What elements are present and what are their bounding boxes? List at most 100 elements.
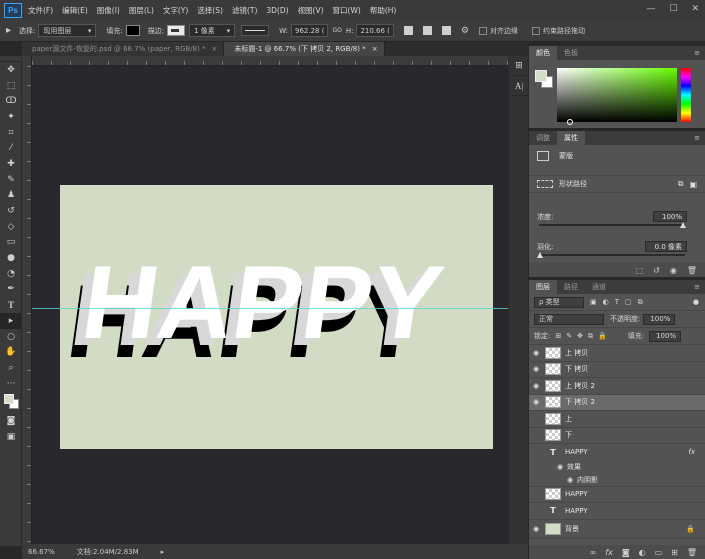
eye-hidden-icon[interactable]: ◉ (529, 507, 543, 515)
path-alignment-icon[interactable] (422, 26, 432, 35)
blur-tool-icon[interactable]: ● (0, 250, 22, 266)
screen-mode-icon[interactable]: ▣ (0, 429, 22, 445)
layer-row[interactable]: ◉ T HAPPY fx (529, 444, 705, 461)
filter-adjust-icon[interactable]: ◐ (603, 298, 609, 306)
adjustment-layer-icon[interactable]: ◐ (639, 548, 646, 557)
menu-image[interactable]: 图像(I) (97, 5, 120, 16)
panel-menu-icon[interactable]: ≡ (694, 280, 705, 294)
layer-row[interactable]: ◉ 下 (529, 428, 705, 444)
delete-layer-icon[interactable]: 🗑 (687, 548, 697, 557)
eye-hidden-icon[interactable]: ◉ (529, 415, 543, 423)
stroke-type-dropdown[interactable] (241, 25, 270, 36)
dodge-tool-icon[interactable]: ◔ (0, 266, 22, 282)
lock-transparent-icon[interactable]: ⊞ (555, 332, 561, 340)
delete-icon[interactable]: 🗑 (687, 266, 697, 275)
add-mask-icon[interactable]: ◙ (622, 548, 630, 557)
close-icon[interactable]: × (372, 45, 378, 53)
layer-filter-dropdown[interactable]: ρ 类型 (534, 296, 584, 308)
more-tools-icon[interactable]: ··· (0, 376, 22, 392)
menu-select[interactable]: 选择(S) (197, 5, 223, 16)
close-icon[interactable]: × (211, 45, 217, 53)
lock-all-icon[interactable]: 🔒 (598, 332, 607, 340)
gradient-tool-icon[interactable]: ▭ (0, 235, 22, 251)
stroke-width-dropdown[interactable]: 1 像素 ▾ (189, 24, 236, 37)
foreground-color-swatch[interactable] (535, 70, 547, 82)
happy-artwork[interactable]: HAPPY HAPPY HAPPY (60, 185, 493, 449)
layer-effects-badge[interactable]: fx (688, 448, 695, 456)
layer-row[interactable]: ◉ 上 拷贝 2 (529, 378, 705, 395)
menu-file[interactable]: 文件(F) (28, 5, 53, 16)
link-toggle[interactable]: GO (332, 27, 341, 34)
select-mask-icon[interactable]: ⧉ (678, 179, 684, 189)
maximize-button[interactable]: ☐ (669, 4, 677, 14)
blend-mode-dropdown[interactable]: 正常 (534, 313, 604, 325)
reset-icon[interactable]: ↺ (653, 266, 660, 275)
gear-icon[interactable]: ⚙ (461, 26, 469, 36)
layer-name[interactable]: 下 (565, 430, 572, 440)
hue-slider[interactable] (681, 68, 691, 122)
eye-icon[interactable]: ◉ (553, 463, 567, 471)
magic-wand-tool-icon[interactable]: ✦ (0, 109, 22, 125)
eye-hidden-icon[interactable]: ◉ (529, 448, 543, 456)
pasteboard[interactable]: HAPPY HAPPY HAPPY (32, 66, 528, 544)
menu-view[interactable]: 视图(V) (298, 5, 324, 16)
new-group-icon[interactable]: ▭ (655, 548, 663, 557)
layer-name[interactable]: 下 拷贝 (565, 364, 588, 374)
marquee-tool-icon[interactable]: ⬚ (0, 78, 22, 94)
layer-name[interactable]: 下 拷贝 2 (565, 397, 595, 407)
horizontal-guide[interactable] (32, 308, 528, 309)
horizontal-ruler[interactable] (32, 56, 528, 66)
zoom-tool-icon[interactable]: ⌕ (0, 360, 22, 376)
menu-type[interactable]: 文字(Y) (163, 5, 188, 16)
feather-slider-knob[interactable] (537, 252, 543, 258)
layer-name[interactable]: 上 (565, 414, 572, 424)
align-edges-checkbox[interactable] (478, 26, 487, 35)
layer-name[interactable]: HAPPY (565, 490, 588, 498)
eye-hidden-icon[interactable]: ◉ (529, 431, 543, 439)
opacity-field[interactable]: 100% (643, 313, 676, 325)
tab-swatches[interactable]: 色板 (557, 46, 585, 60)
eye-icon[interactable]: ◉ (670, 266, 677, 275)
filter-toggle-icon[interactable]: ● (693, 298, 699, 306)
eye-icon[interactable]: ◉ (529, 525, 543, 533)
fill-swatch[interactable] (125, 25, 140, 36)
stroke-swatch[interactable] (167, 25, 186, 36)
tab-paper-doc[interactable]: paper源文件-恢复的.psd @ 66.7% (paper, RGB/8) … (22, 42, 225, 56)
type-tool-icon[interactable]: T (0, 297, 22, 313)
filter-pixel-icon[interactable]: ▣ (590, 298, 597, 306)
height-field[interactable]: 210.66 ( (356, 24, 394, 37)
feather-slider[interactable] (539, 254, 685, 256)
menu-edit[interactable]: 编辑(E) (62, 5, 88, 16)
fill-field[interactable]: 100% (649, 330, 682, 342)
character-panel-icon[interactable]: A| (509, 76, 529, 96)
close-button[interactable]: ✕ (691, 4, 699, 14)
layer-row-selected[interactable]: ◉ 下 拷贝 2 (529, 394, 705, 411)
feather-field[interactable]: 0.0 像素 (645, 241, 687, 252)
document-canvas[interactable]: HAPPY HAPPY HAPPY (60, 185, 493, 449)
layer-name[interactable]: 上 拷贝 2 (565, 381, 595, 391)
add-style-icon[interactable]: fx (605, 548, 613, 557)
menu-3d[interactable]: 3D(D) (266, 6, 288, 15)
eye-icon[interactable]: ◉ (529, 365, 543, 373)
healing-brush-tool-icon[interactable]: ✚ (0, 156, 22, 172)
effect-item-row[interactable]: ◉ 内阴影 (529, 474, 705, 487)
eraser-tool-icon[interactable]: ◇ (0, 219, 22, 235)
lasso-tool-icon[interactable]: ↀ (0, 93, 22, 109)
eye-icon[interactable]: ◉ (563, 476, 577, 484)
menu-layer[interactable]: 图层(L) (129, 5, 154, 16)
status-menu-arrow[interactable]: ▸ (161, 548, 165, 556)
eye-icon[interactable]: ◉ (529, 382, 543, 390)
path-select-tool-icon[interactable]: ▸ (6, 25, 11, 36)
history-panel-icon[interactable]: ⊞ (509, 56, 529, 76)
shape-tool-icon[interactable]: ○ (0, 329, 22, 345)
hand-tool-icon[interactable]: ✋ (0, 344, 22, 360)
tab-paths[interactable]: 路径 (557, 280, 585, 294)
path-arrangement-icon[interactable] (441, 26, 451, 35)
layer-row[interactable]: ◉ T HAPPY (529, 503, 705, 520)
history-brush-tool-icon[interactable]: ↺ (0, 203, 22, 219)
move-tool-icon[interactable]: ✥ (0, 62, 22, 78)
path-operations-icon[interactable] (403, 26, 413, 35)
filter-smart-icon[interactable]: ⧉ (638, 298, 643, 307)
color-chips[interactable] (0, 391, 22, 413)
layer-name[interactable]: 背景 (565, 524, 579, 534)
